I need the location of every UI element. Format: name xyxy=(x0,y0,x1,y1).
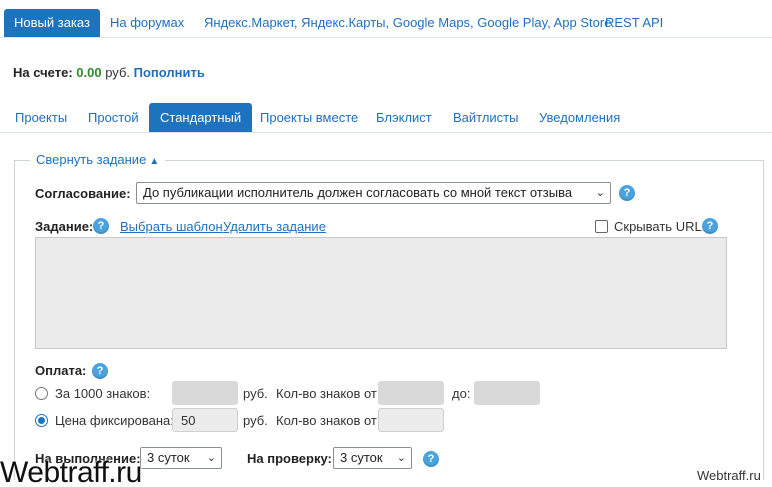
deadline-select-value: 3 суток xyxy=(147,450,190,465)
chevron-down-icon: ⌄ xyxy=(595,187,605,199)
task-label: Задание: xyxy=(35,219,94,234)
approval-label: Согласование: xyxy=(35,186,131,201)
approval-select[interactable]: До публикации исполнитель должен согласо… xyxy=(136,182,611,204)
fixed-price-radio[interactable] xyxy=(35,414,48,427)
approval-help-icon[interactable]: ? xyxy=(619,185,635,201)
chevron-down-icon: ⌄ xyxy=(396,452,406,464)
per-1000-price-input[interactable] xyxy=(172,381,238,405)
triangle-up-icon: ▲ xyxy=(149,156,160,167)
review-label: На проверку: xyxy=(247,451,332,466)
choose-template-link[interactable]: Выбрать шаблон xyxy=(120,218,223,236)
balance-amount: 0.00 xyxy=(76,65,102,80)
review-select-value: 3 суток xyxy=(340,450,383,465)
topup-link[interactable]: Пополнить xyxy=(134,65,205,80)
approval-select-value: До публикации исполнитель должен согласо… xyxy=(143,185,573,200)
deadline-select[interactable]: 3 суток ⌄ xyxy=(140,447,222,469)
subtab-standard[interactable]: Стандартный xyxy=(149,103,253,132)
subtab-blacklist[interactable]: Блэклист xyxy=(376,103,432,132)
fixed-price-input[interactable]: 50 xyxy=(172,408,238,432)
chevron-down-icon: ⌄ xyxy=(206,452,216,464)
balance-label: На счете: xyxy=(13,65,73,80)
fixed-chars-from-label: Кол-во знаков от: xyxy=(276,413,381,428)
fixed-chars-from-input[interactable] xyxy=(378,408,444,432)
top-nav: Новый заказ На форумах Яндекс.Маркет, Ян… xyxy=(0,0,772,38)
fixed-price-currency: руб. xyxy=(243,413,268,428)
task-textarea[interactable] xyxy=(35,237,727,349)
per-1000-chars-from-label: Кол-во знаков от: xyxy=(276,386,381,401)
per-1000-radio[interactable] xyxy=(35,387,48,400)
per-1000-to-label: до: xyxy=(452,386,471,401)
subtab-projects-together[interactable]: Проекты вместе xyxy=(260,103,358,132)
per-1000-chars-from-input[interactable] xyxy=(378,381,444,405)
task-help-icon[interactable]: ? xyxy=(93,218,109,234)
subtab-whitelists[interactable]: Вайтлисты xyxy=(453,103,518,132)
tab-forums[interactable]: На форумах xyxy=(110,10,184,36)
delete-task-link[interactable]: Удалить задание xyxy=(223,218,326,236)
sub-nav: Проекты Простой Стандартный Проекты вмес… xyxy=(0,103,772,133)
hide-url-checkbox[interactable] xyxy=(595,220,608,233)
subtab-notifications[interactable]: Уведомления xyxy=(539,103,620,132)
payment-help-icon[interactable]: ? xyxy=(92,363,108,379)
subtab-projects[interactable]: Проекты xyxy=(15,103,67,132)
payment-label: Оплата: xyxy=(35,363,87,378)
tab-marketplaces[interactable]: Яндекс.Маркет, Яндекс.Карты, Google Maps… xyxy=(204,10,611,36)
balance-line: На счете: 0.00 руб. Пополнить xyxy=(13,64,205,82)
balance-currency: руб. xyxy=(105,65,131,80)
tab-new-order[interactable]: Новый заказ xyxy=(4,9,100,37)
per-1000-currency: руб. xyxy=(243,386,268,401)
watermark-right: Webtraff.ru xyxy=(697,468,761,483)
collapse-task-link[interactable]: Свернуть задание ▲ xyxy=(30,152,166,168)
review-select[interactable]: 3 суток ⌄ xyxy=(333,447,412,469)
per-1000-chars-to-input[interactable] xyxy=(474,381,540,405)
subtab-simple[interactable]: Простой xyxy=(88,103,139,132)
hide-url-help-icon[interactable]: ? xyxy=(702,218,718,234)
collapse-task-label: Свернуть задание xyxy=(36,152,147,167)
deadline-help-icon[interactable]: ? xyxy=(423,451,439,467)
fixed-price-label: Цена фиксирована: xyxy=(55,413,174,428)
watermark-left: Webtraff.ru xyxy=(0,456,142,487)
hide-url-label: Скрывать URL xyxy=(614,219,702,234)
per-1000-label: За 1000 знаков: xyxy=(55,386,151,401)
tab-rest-api[interactable]: REST API xyxy=(605,10,663,36)
